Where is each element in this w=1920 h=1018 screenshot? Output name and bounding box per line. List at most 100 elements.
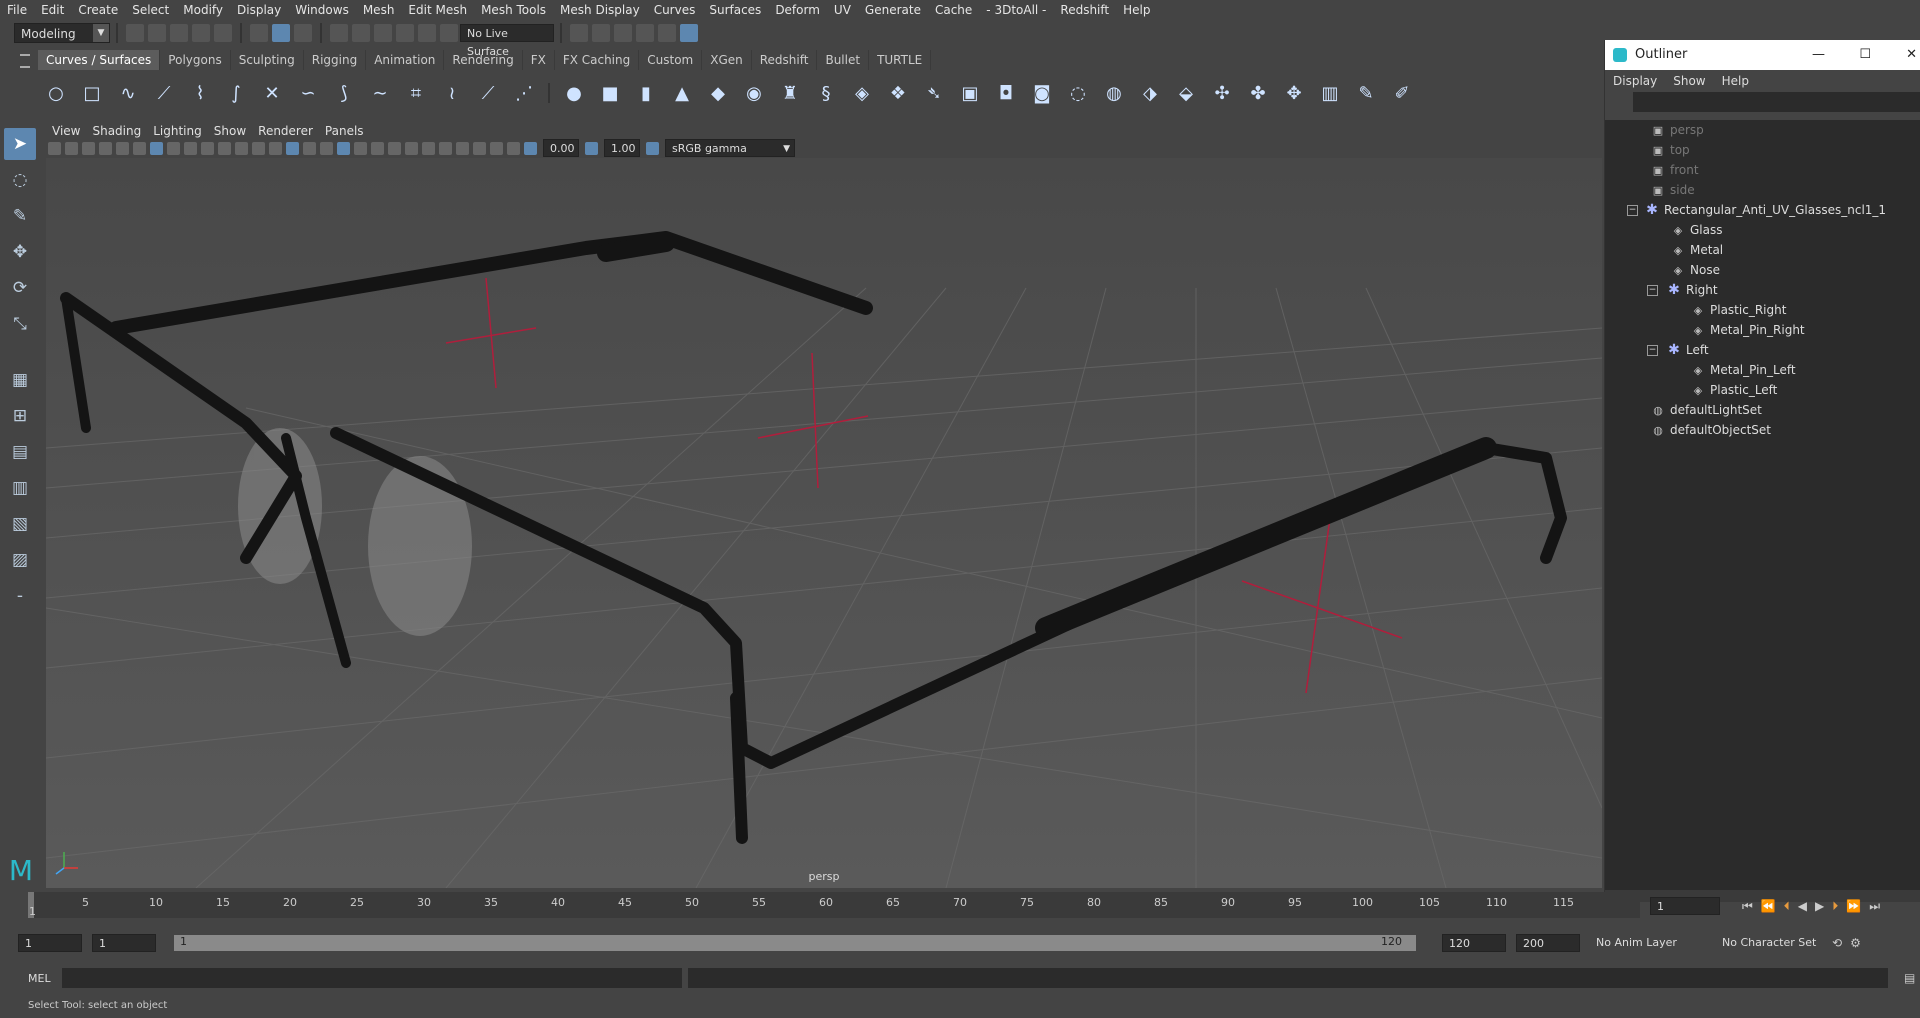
step-back-frame-icon[interactable]: ⏴ [1784,899,1790,914]
revolve-icon[interactable]: ♜ [777,80,803,106]
tab-redshift[interactable]: Redshift [752,50,818,70]
snap-view-plane-icon[interactable] [396,24,414,42]
paint-select-icon[interactable]: ✎ [4,200,36,232]
outliner-item-nose[interactable]: ◈ Nose [1671,260,1720,280]
select-by-object-icon[interactable] [272,24,290,42]
tab-animation[interactable]: Animation [366,50,445,70]
outliner-item-metal-pin-left[interactable]: ◈ Metal_Pin_Left [1691,360,1796,380]
use-all-lights-icon[interactable] [354,141,367,155]
outliner-item-top[interactable]: ▣ top [1651,140,1690,160]
menu-mesh-tools[interactable]: Mesh Tools [474,0,553,20]
uv-editor-layout-icon[interactable]: ▨ [4,544,36,576]
birail-icon[interactable]: ➴ [921,80,947,106]
anim-layer-select[interactable]: No Anim Layer [1590,934,1710,952]
extend-curve-icon[interactable]: ⌗ [403,80,429,106]
loft-icon[interactable]: § [813,80,839,106]
nurbs-circle-icon[interactable]: ○ [43,80,69,106]
character-set-select[interactable]: No Character Set [1716,934,1826,952]
offset-curve-icon[interactable]: ≀ [439,80,465,106]
shelf-menu-icon[interactable] [20,54,30,68]
grease-pencil-icon[interactable] [133,141,146,155]
end-time-field[interactable]: 200 [1516,934,1580,952]
open-close-icon[interactable]: ✣ [1209,80,1235,106]
pencil-curve-icon[interactable]: ∫ [223,80,249,106]
outliner-item-glasses-group[interactable]: ✱ Rectangular_Anti_UV_Glasses_ncl1_1 [1645,200,1886,220]
safe-action-icon[interactable] [235,141,248,155]
image-plane-icon[interactable] [99,141,112,155]
cv-curve-icon[interactable]: ∿ [115,80,141,106]
tab-fx[interactable]: FX [523,50,555,70]
playback-start-field[interactable]: 1 [92,934,156,952]
planar-icon[interactable]: ◈ [849,80,875,106]
menu-deform[interactable]: Deform [768,0,827,20]
attach-curves-icon[interactable]: ∽ [295,80,321,106]
auto-key-icon[interactable]: ⟲ [1832,936,1842,950]
extrude-icon[interactable]: ❖ [885,80,911,106]
menu-windows[interactable]: Windows [288,0,356,20]
detach-surfaces-icon[interactable]: ⬙ [1173,80,1199,106]
nurbs-cone-icon[interactable]: ▲ [669,80,695,106]
minimize-icon[interactable]: — [1812,40,1825,70]
tab-rendering[interactable]: Rendering [444,50,523,70]
menu-edit[interactable]: Edit [34,0,71,20]
grid-icon[interactable] [150,141,163,155]
mode-select[interactable]: Modeling ▼ [14,23,110,43]
step-back-key-icon[interactable]: ⏪ [1761,899,1776,913]
snap-surface-icon[interactable] [418,24,436,42]
gamma-field[interactable]: 1.00 [604,139,640,157]
intersect-icon[interactable]: ◘ [993,80,1019,106]
render-settings-icon[interactable] [570,24,588,42]
redo-icon[interactable] [214,24,232,42]
select-by-component-icon[interactable] [294,24,312,42]
wireframe-on-shaded-icon[interactable] [320,141,333,155]
tab-polygons[interactable]: Polygons [160,50,231,70]
rotate-tool-icon[interactable]: ⟳ [4,272,36,304]
wireframe-icon[interactable] [269,141,282,155]
nurbs-sphere-icon[interactable]: ● [561,80,587,106]
start-time-field[interactable]: 1 [18,934,82,952]
attach-surfaces-icon[interactable]: ⬗ [1137,80,1163,106]
persp-outliner-layout-icon[interactable]: ▤ [4,436,36,468]
menu-redshift[interactable]: Redshift [1053,0,1116,20]
menu-create[interactable]: Create [71,0,125,20]
anim-preferences-icon[interactable]: ⚙ [1850,936,1861,950]
menu-modify[interactable]: Modify [176,0,230,20]
menu-select[interactable]: Select [125,0,176,20]
menu-mesh-display[interactable]: Mesh Display [553,0,647,20]
menu-help[interactable]: Help [1116,0,1157,20]
color-space-select[interactable]: sRGB gamma ▼ [665,139,795,157]
live-surface-icon[interactable] [440,24,458,42]
ambient-occlusion-icon[interactable] [388,141,401,155]
insert-knot-icon[interactable]: ∼ [367,80,393,106]
bezier-curve-icon[interactable]: ⌇ [187,80,213,106]
time-slider[interactable]: 1 5 10 15 20 25 30 35 40 45 50 55 60 65 … [28,892,1640,918]
textured-icon[interactable] [337,141,350,155]
undo-icon[interactable] [192,24,210,42]
trim-icon[interactable]: ◌ [1065,80,1091,106]
tab-custom[interactable]: Custom [639,50,703,70]
nurbs-plane-icon[interactable]: ◆ [705,80,731,106]
playback-end-field[interactable]: 120 [1442,934,1506,952]
shadows-icon[interactable] [371,141,384,155]
collapse-icon[interactable]: − [1647,285,1658,296]
script-editor-icon[interactable]: ▤ [1904,971,1915,985]
snap-grid-icon[interactable] [330,24,348,42]
outliner-menu-help[interactable]: Help [1714,70,1757,92]
bookmark-icon[interactable] [82,141,95,155]
xray-joints-icon[interactable] [490,141,503,155]
surface-edit-icon[interactable]: ✐ [1389,80,1415,106]
default-material-icon[interactable] [303,141,316,155]
sculpt-geometry-icon[interactable]: ✎ [1353,80,1379,106]
open-scene-icon[interactable] [148,24,166,42]
outliner-item-persp[interactable]: ▣ persp [1651,120,1704,140]
tab-fx-caching[interactable]: FX Caching [555,50,640,70]
xray-icon[interactable] [473,141,486,155]
resolution-gate-icon[interactable] [184,141,197,155]
go-to-start-icon[interactable]: ⏮ [1742,899,1753,914]
arc-tool-icon[interactable]: ✕ [259,80,285,106]
step-forward-frame-icon[interactable]: ⏵ [1832,899,1838,914]
four-view-layout-icon[interactable]: ⊞ [4,400,36,432]
smooth-shade-icon[interactable] [286,141,299,155]
outliner-item-metal[interactable]: ◈ Metal [1671,240,1723,260]
select-camera-icon[interactable] [48,141,61,155]
